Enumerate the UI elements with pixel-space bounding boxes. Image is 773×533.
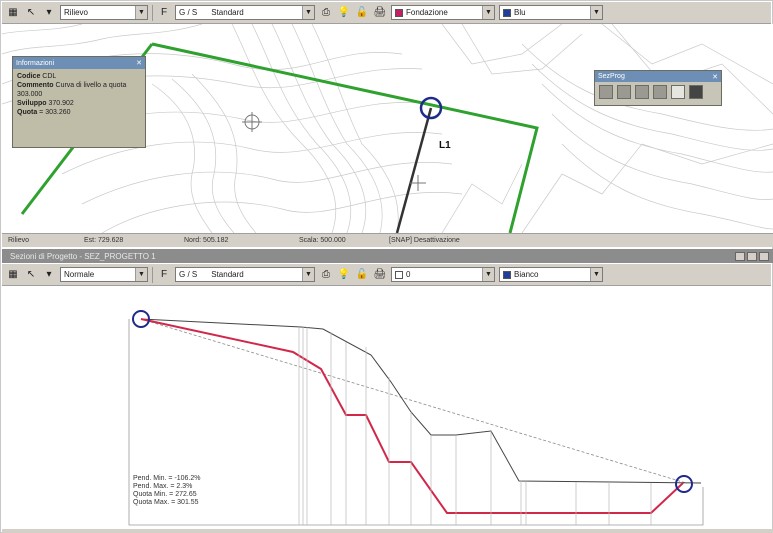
- separator: [152, 266, 153, 283]
- style-buttons: G / S: [179, 270, 198, 279]
- style-select-value: Standard: [211, 8, 244, 17]
- fill-select-value: 0: [406, 270, 411, 279]
- info-panel-title: Informazioni: [16, 59, 55, 67]
- info-panel[interactable]: Informazioni ✕ Codice CDL Commento Curva…: [12, 56, 146, 148]
- profile-stats: Pend. Min. = -106.2% Pend. Max. = 2.3% Q…: [133, 475, 201, 507]
- category-select[interactable]: Fondazione ▼: [391, 5, 495, 20]
- print-icon[interactable]: ⎙: [319, 6, 333, 20]
- map-canvas[interactable]: L1 Informazioni ✕ Codice CDL Commento Cu…: [2, 24, 773, 233]
- application-window: ▦ ↖ ▾ Rilievo ▼ F G / S Standard ▼ ⎙ 💡 🔓…: [0, 0, 773, 533]
- info-line: Commento Curva di livello a quota 303.00…: [17, 82, 127, 98]
- edit-tool-icon[interactable]: [653, 85, 667, 99]
- floating-toolbar-icons: [595, 82, 721, 102]
- section-toolbar: ▦ ↖ ▾ Normale ▼ F G / S Standard ▼ ⎙ 💡 🔓…: [2, 264, 771, 286]
- status-snap: [SNAP] Desattivazione: [389, 237, 460, 244]
- table-tool-icon[interactable]: [635, 85, 649, 99]
- floating-toolbar[interactable]: SezProg ✕: [594, 70, 722, 106]
- section-style-select[interactable]: G / S Standard ▼: [175, 267, 315, 282]
- floating-toolbar-title-bar[interactable]: SezProg ✕: [595, 71, 721, 82]
- chevron-down-icon[interactable]: ▼: [590, 268, 602, 281]
- close-icon[interactable]: ✕: [712, 73, 721, 81]
- section-tool-icon[interactable]: [599, 85, 613, 99]
- chevron-down-icon[interactable]: ▼: [135, 6, 147, 19]
- profile-tool-icon[interactable]: [617, 85, 631, 99]
- separator: [152, 4, 153, 21]
- minimize-icon[interactable]: [735, 251, 745, 261]
- status-east: Est: 729.628: [84, 237, 124, 244]
- profile-drawing: [128, 310, 704, 526]
- category-color-swatch: [395, 8, 403, 17]
- dropdown-small-icon[interactable]: ▾: [42, 268, 56, 282]
- fill-select[interactable]: 0 ▼: [391, 267, 495, 282]
- document-icon[interactable]: [671, 85, 685, 99]
- style-select[interactable]: G / S Standard ▼: [175, 5, 315, 20]
- pointer-icon[interactable]: ↖: [24, 6, 38, 20]
- terrain-line: [140, 318, 702, 484]
- boundary-line-right: [151, 42, 539, 233]
- section-layer-select[interactable]: Normale ▼: [60, 267, 148, 282]
- section-layer-value: Normale: [64, 270, 95, 279]
- section-style-value: Standard: [211, 270, 244, 279]
- info-panel-body: Codice CDL Commento Curva di livello a q…: [13, 69, 145, 120]
- color-select[interactable]: Blu ▼: [499, 5, 603, 20]
- info-panel-title-bar[interactable]: Informazioni ✕: [13, 57, 145, 69]
- clipboard-icon[interactable]: [689, 85, 703, 99]
- info-line: Codice CDL: [17, 73, 57, 80]
- section-window-title-bar[interactable]: Sezioni di Progetto - SEZ_PROGETTO 1: [2, 249, 773, 263]
- chevron-down-icon[interactable]: ▼: [482, 6, 494, 19]
- line-label: L1: [439, 140, 451, 151]
- section-profile-canvas[interactable]: Pend. Min. = -106.2% Pend. Max. = 2.3% Q…: [11, 287, 766, 529]
- close-icon[interactable]: ✕: [136, 59, 145, 67]
- section-color-value: Bianco: [514, 270, 539, 279]
- chevron-down-icon[interactable]: ▼: [590, 6, 602, 19]
- info-line: Quota = 303.260: [17, 109, 71, 116]
- lock-icon[interactable]: 🔓: [355, 6, 369, 20]
- style-buttons: G / S: [179, 8, 198, 17]
- section-line: [395, 107, 433, 233]
- color-swatch: [503, 270, 511, 279]
- color-swatch: [503, 8, 511, 17]
- printer-icon[interactable]: 🖨: [373, 268, 387, 282]
- info-line: Sviluppo 370.902: [17, 100, 74, 107]
- printer-icon[interactable]: 🖨: [373, 6, 387, 20]
- color-select-value: Blu: [514, 8, 526, 17]
- window-buttons: [735, 251, 773, 261]
- close-icon[interactable]: [759, 251, 769, 261]
- chevron-down-icon[interactable]: ▼: [302, 268, 314, 281]
- maximize-icon[interactable]: [747, 251, 757, 261]
- layer-select[interactable]: Rilievo ▼: [60, 5, 148, 20]
- dropdown-small-icon[interactable]: ▾: [42, 6, 56, 20]
- profile-end-marker: [675, 475, 693, 493]
- status-north: Nord: 505.182: [184, 237, 229, 244]
- floating-toolbar-title: SezProg: [598, 73, 625, 80]
- horizontal-scrollbar[interactable]: [2, 529, 773, 533]
- lightbulb-icon[interactable]: 💡: [337, 268, 351, 282]
- chevron-down-icon[interactable]: ▼: [482, 268, 494, 281]
- lock-icon[interactable]: 🔓: [355, 268, 369, 282]
- fill-swatch: [395, 270, 403, 279]
- status-bar: Rilievo Est: 729.628 Nord: 505.182 Scala…: [2, 233, 773, 247]
- chevron-down-icon[interactable]: ▼: [302, 6, 314, 19]
- print-icon[interactable]: ⎙: [319, 268, 333, 282]
- stat-slope-max: Pend. Max. = 2.3%: [133, 483, 193, 490]
- layer-select-value: Rilievo: [64, 8, 89, 17]
- top-toolbar: ▦ ↖ ▾ Rilievo ▼ F G / S Standard ▼ ⎙ 💡 🔓…: [2, 2, 771, 24]
- chevron-down-icon[interactable]: ▼: [135, 268, 147, 281]
- status-mode: Rilievo: [8, 237, 30, 244]
- font-icon[interactable]: F: [157, 268, 171, 282]
- project-line: [140, 318, 684, 514]
- category-select-value: Fondazione: [406, 8, 448, 17]
- stat-elev-min: Quota Min. = 272.65: [133, 491, 197, 498]
- section-color-select[interactable]: Bianco ▼: [499, 267, 603, 282]
- stat-elev-max: Quota Max. = 301.55: [133, 499, 199, 506]
- pointer-icon[interactable]: ↖: [24, 268, 38, 282]
- stat-slope-min: Pend. Min. = -106.2%: [133, 475, 201, 482]
- section-window-title: Sezioni di Progetto - SEZ_PROGETTO 1: [10, 251, 156, 261]
- font-icon[interactable]: F: [157, 6, 171, 20]
- status-scale: Scala: 500.000: [299, 237, 346, 244]
- lightbulb-icon[interactable]: 💡: [337, 6, 351, 20]
- layer-manager-icon[interactable]: ▦: [6, 6, 20, 20]
- layer-manager-icon[interactable]: ▦: [6, 268, 20, 282]
